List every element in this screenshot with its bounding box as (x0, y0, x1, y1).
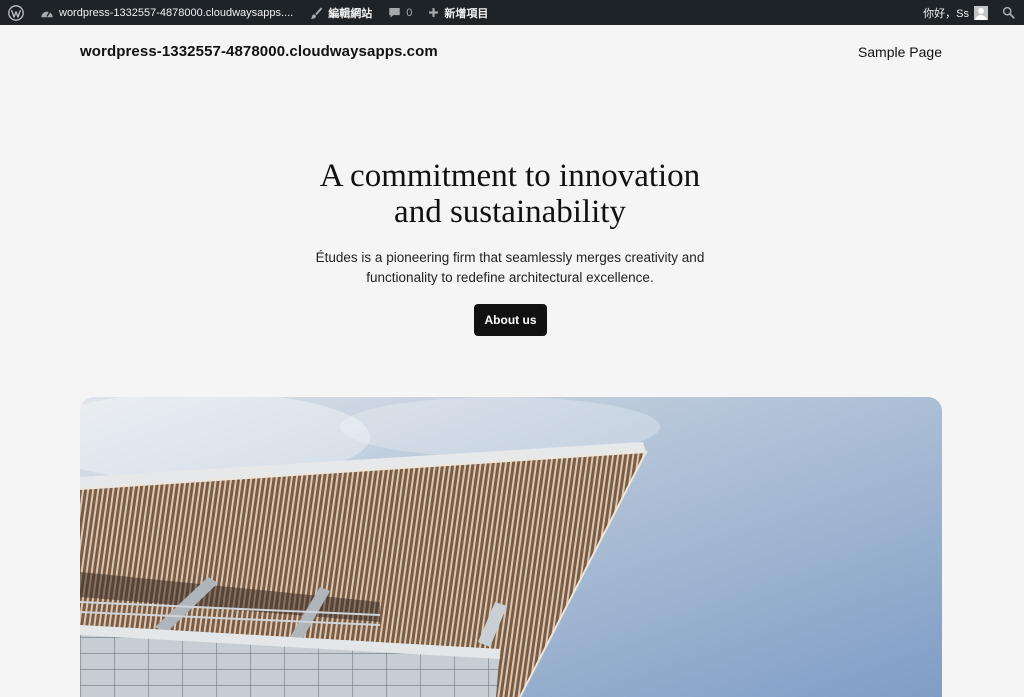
plus-icon (429, 8, 439, 17)
hero-description: Études is a pioneering firm that seamles… (0, 248, 1020, 288)
dashboard-icon (41, 10, 53, 17)
new-item-button[interactable]: 新增項目 (420, 0, 496, 25)
hero-heading: A commitment to innovation and sustainab… (0, 158, 1020, 230)
comments-button[interactable]: 0 (380, 0, 420, 25)
hero-description-line2: functionality to redefine architectural … (366, 270, 654, 285)
greeting-label: 你好，Ss (923, 7, 969, 20)
edit-site-label: 編輯網站 (328, 7, 373, 20)
comments-count: 0 (406, 6, 413, 19)
avatar (974, 5, 988, 20)
edit-site-button[interactable]: 編輯網站 (301, 0, 380, 25)
search-button[interactable] (992, 0, 1024, 25)
site-title[interactable]: wordpress-1332557-4878000.cloudwaysapps.… (80, 43, 438, 60)
new-item-label: 新增項目 (444, 7, 489, 20)
wordpress-logo-icon (8, 4, 24, 21)
wordpress-logo-button[interactable] (0, 0, 32, 25)
edit-brush-icon (310, 6, 323, 19)
account-menu[interactable]: 你好，Ss (915, 0, 992, 25)
building-illustration (80, 397, 942, 697)
search-icon (1002, 6, 1015, 19)
site-name-menu[interactable]: wordpress-1332557-4878000.cloudwaysapps.… (32, 0, 301, 25)
about-us-button[interactable]: About us (474, 304, 547, 336)
hero-description-line1: Études is a pioneering firm that seamles… (315, 250, 705, 265)
nav-sample-page[interactable]: Sample Page (858, 44, 942, 60)
hero-heading-line1: A commitment to innovation (319, 158, 701, 194)
site-name-label: wordpress-1332557-4878000.cloudwaysapps.… (59, 6, 294, 19)
admin-bar: wordpress-1332557-4878000.cloudwaysapps.… (0, 0, 1024, 25)
hero-heading-line2: and sustainability (394, 194, 626, 230)
hero-building-image (80, 397, 942, 697)
comment-icon (389, 7, 400, 18)
